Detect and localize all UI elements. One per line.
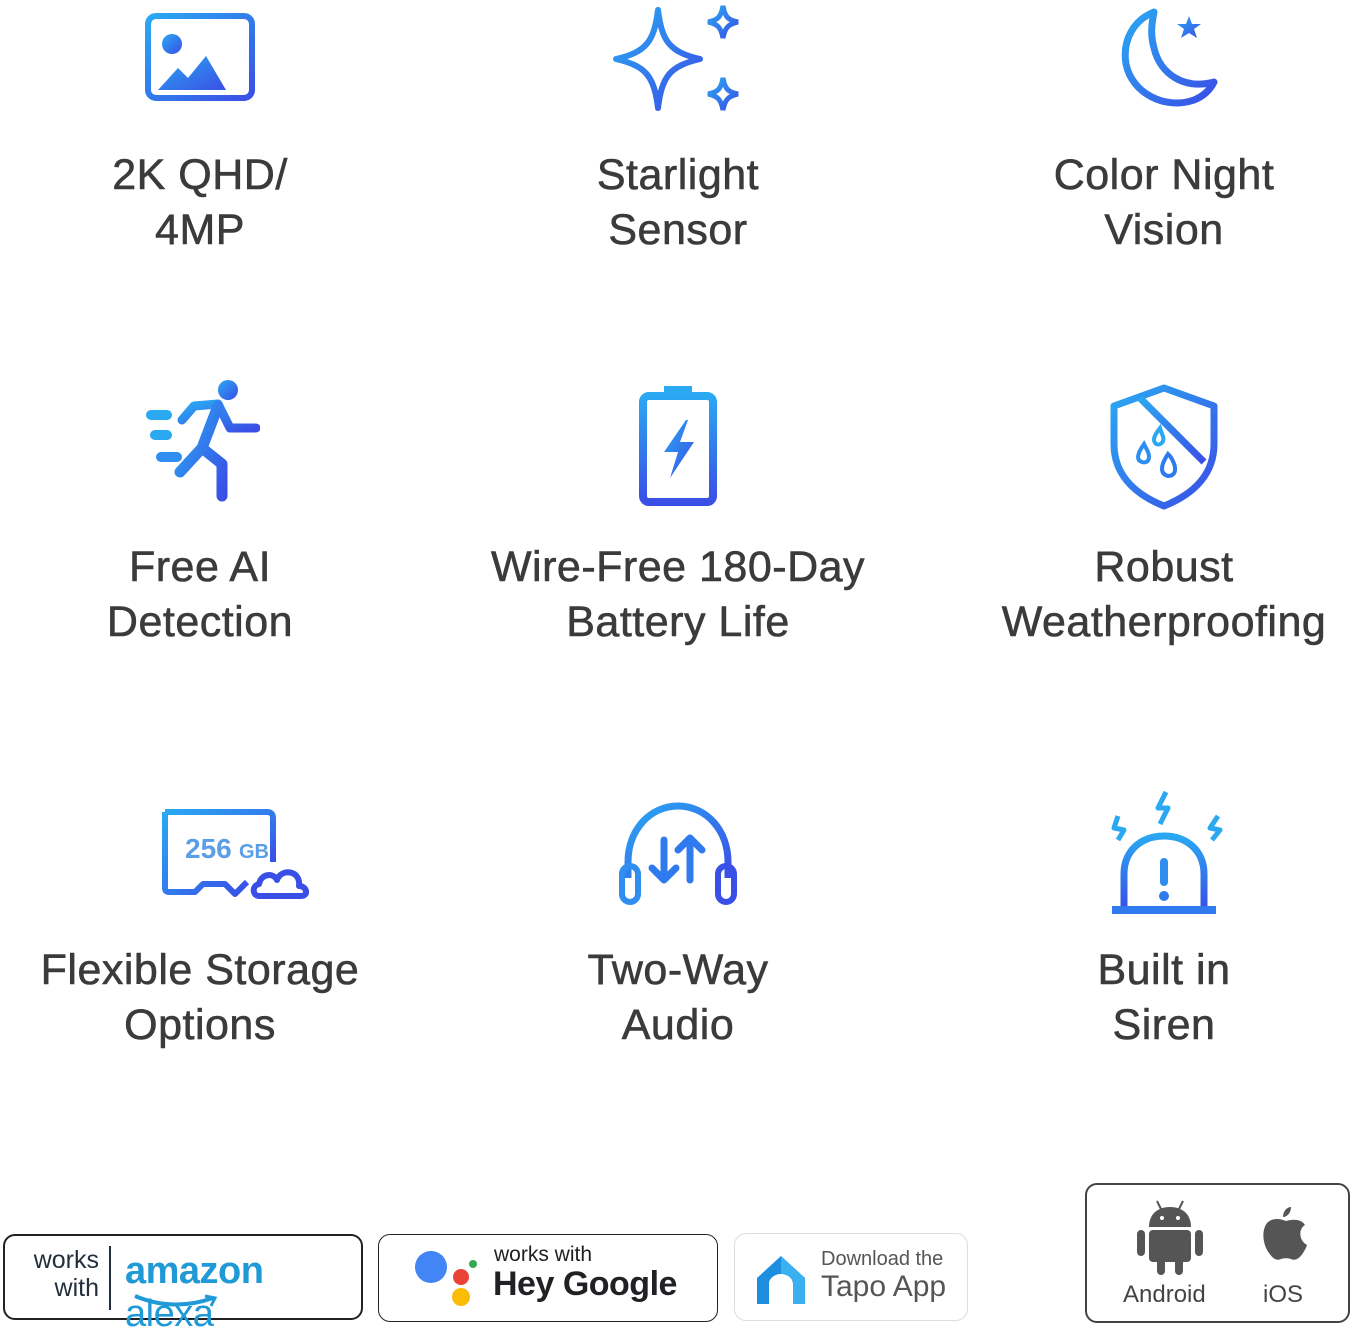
tapo-app-text: Tapo App [821, 1270, 947, 1303]
alexa-logo: amazon alexa [125, 1250, 264, 1335]
works-with-alexa-badge[interactable]: works with amazon alexa [3, 1234, 363, 1335]
image-icon [145, 13, 255, 101]
tapo-download-text: Download the [821, 1248, 944, 1270]
amazon-smile-icon [134, 1294, 218, 1307]
android-label: Android [1123, 1281, 1206, 1308]
feature-label: Free AI Detection [106, 543, 294, 647]
tapo-logo-icon [757, 1256, 805, 1304]
alexa-divider [109, 1246, 111, 1310]
moon-star-icon [1121, 8, 1218, 107]
ios-label: iOS [1263, 1281, 1304, 1308]
sparkles-icon [613, 5, 739, 111]
headphones-arrows-icon [619, 802, 737, 905]
siren-icon [1111, 790, 1223, 914]
apple-icon[interactable] [1261, 1205, 1311, 1265]
hey-google-text: Hey Google [493, 1265, 677, 1303]
google-works-with-text: works with [494, 1243, 593, 1266]
download-tapo-app-badge[interactable]: Download the Tapo App [734, 1233, 968, 1321]
feature-label: 2K QHD/4MP [112, 151, 288, 255]
feature-label: Two-Way Audio [587, 946, 769, 1050]
feature-label: Flexible Storage Options [40, 946, 360, 1050]
google-assistant-icon [415, 1251, 477, 1306]
android-icon[interactable] [1135, 1197, 1205, 1277]
works-with-google-badge[interactable]: works with Hey Google [378, 1234, 718, 1322]
feature-label: Color Night Vision [1053, 151, 1275, 255]
storage-capacity-text: 256 [185, 833, 232, 864]
feature-label: Wire-Free 180-Day Battery Life [490, 543, 866, 647]
feature-label: Robust Weatherproofing [1001, 543, 1327, 647]
running-person-icon [146, 380, 260, 502]
storage-unit-text: GB [239, 841, 269, 863]
sdcard-cloud-icon: 256 GB [162, 809, 310, 899]
feature-label: Starlight Sensor [596, 151, 760, 255]
alexa-works-with-text: works with [33, 1246, 99, 1302]
platform-support-badge: Android iOS [1085, 1183, 1350, 1323]
shield-water-icon [1110, 384, 1218, 510]
battery-bolt-icon [639, 386, 717, 506]
feature-label: Built in Siren [1097, 946, 1231, 1050]
